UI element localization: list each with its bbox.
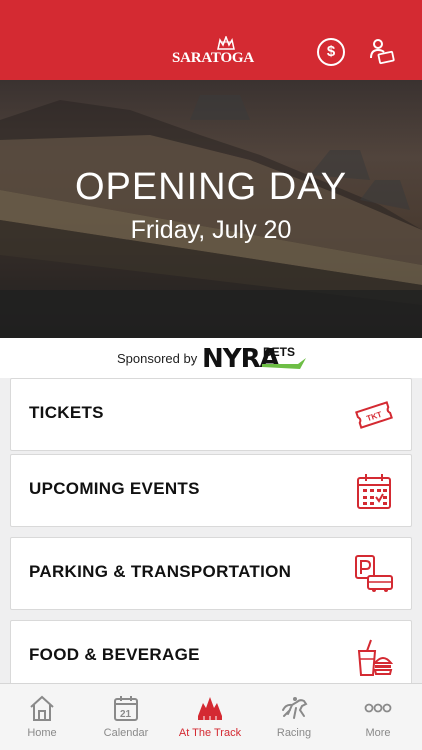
tab-at-the-track[interactable]: At The Track [168, 684, 252, 750]
horse-icon [282, 697, 308, 719]
parking-bus-icon [355, 555, 393, 592]
home-icon [30, 695, 54, 721]
food-icon [357, 639, 393, 676]
calendar-day: 21 [120, 709, 132, 720]
tab-label: Home [27, 727, 57, 739]
tab-bar: Home 21 Calendar At The Track Racing Mor… [0, 683, 422, 750]
hero-title: OPENING DAY [74, 166, 348, 208]
menu-item-parking-transportation[interactable]: PARKING & TRANSPORTATION [10, 537, 412, 610]
menu-item-label: PARKING & TRANSPORTATION [29, 562, 292, 581]
ticket-icon: TKT [355, 401, 393, 429]
sponsor-label: Sponsored by [117, 351, 198, 366]
menu-item-tickets[interactable]: TICKETS TKT [10, 378, 412, 451]
tab-home[interactable]: Home [0, 684, 84, 750]
saratoga-crown-icon [217, 36, 235, 50]
account-ticket-icon[interactable] [368, 38, 396, 66]
calendar-icon [357, 474, 391, 509]
track-icon [198, 697, 222, 720]
dollar-icon[interactable]: $ [317, 38, 345, 66]
tab-label: Calendar [103, 727, 149, 739]
hero-banner[interactable]: OPENING DAY Friday, July 20 [0, 80, 422, 338]
tab-more[interactable]: More [336, 684, 420, 750]
app-header: SARATOGA $ [0, 0, 422, 80]
sponsor-bar[interactable]: Sponsored by NYRA BETS [0, 338, 422, 378]
saratoga-logo: SARATOGA [172, 50, 255, 66]
tab-label: At The Track [178, 727, 242, 739]
sponsor-brand-sub: BETS [263, 345, 296, 359]
calendar-icon: 21 [114, 696, 138, 721]
hero-subtitle: Friday, July 20 [130, 216, 292, 244]
tab-label: More [365, 727, 391, 739]
tab-racing[interactable]: Racing [252, 684, 336, 750]
more-icon [364, 703, 392, 713]
tab-calendar[interactable]: 21 Calendar [84, 684, 168, 750]
grandstand-image [0, 95, 422, 338]
menu-item-label: FOOD & BEVERAGE [29, 645, 200, 664]
swoosh-icon [262, 358, 306, 369]
tab-label: Racing [276, 727, 312, 739]
menu-item-label: TICKETS [29, 403, 104, 422]
menu-item-label: UPCOMING EVENTS [29, 479, 200, 498]
menu-item-upcoming-events[interactable]: UPCOMING EVENTS [10, 454, 412, 527]
